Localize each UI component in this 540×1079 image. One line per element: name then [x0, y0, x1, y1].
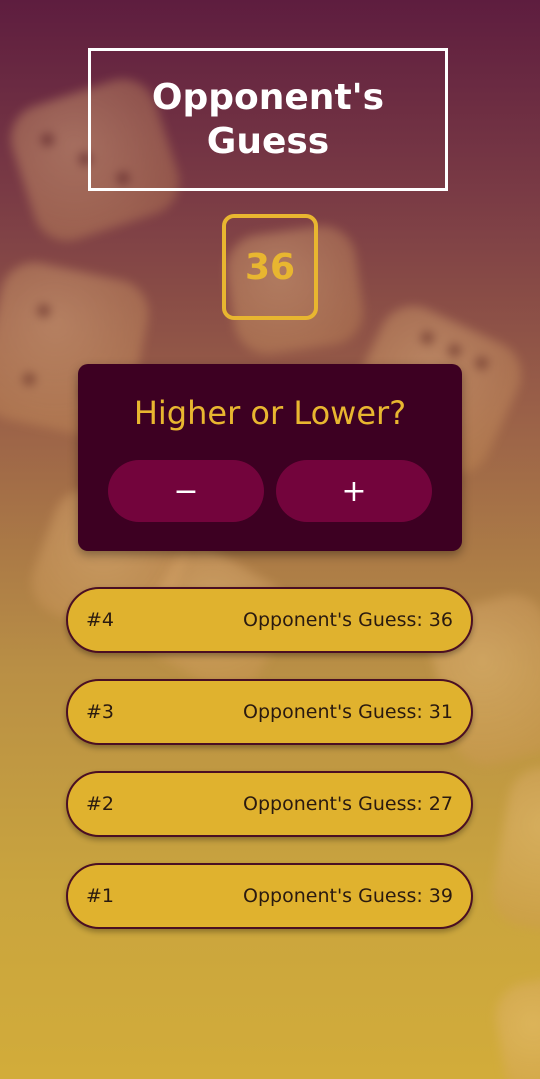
guess-history-list: #4 Opponent's Guess: 36 #3 Opponent's Gu… [66, 587, 473, 955]
higher-lower-panel: Higher or Lower? − + [78, 364, 462, 551]
guess-text: Opponent's Guess: 39 [243, 885, 453, 907]
guess-text: Opponent's Guess: 36 [243, 609, 453, 631]
page-title: Opponent's Guess [151, 76, 385, 162]
guess-index: #4 [86, 609, 115, 631]
higher-lower-prompt: Higher or Lower? [133, 394, 407, 432]
title-box: Opponent's Guess [88, 48, 448, 191]
list-item: #2 Opponent's Guess: 27 [66, 771, 473, 837]
higher-button[interactable]: + [276, 460, 432, 522]
list-item: #4 Opponent's Guess: 36 [66, 587, 473, 653]
guess-index: #1 [86, 885, 115, 907]
guess-index: #2 [86, 793, 115, 815]
plus-icon: + [341, 473, 367, 509]
dice-decoration [490, 973, 540, 1079]
minus-icon: − [173, 473, 199, 509]
guess-text: Opponent's Guess: 27 [243, 793, 453, 815]
dice-decoration [486, 762, 540, 938]
guess-index: #3 [86, 701, 115, 723]
guess-text: Opponent's Guess: 31 [243, 701, 453, 723]
list-item: #3 Opponent's Guess: 31 [66, 679, 473, 745]
list-item: #1 Opponent's Guess: 39 [66, 863, 473, 929]
current-guess-number: 36 [244, 246, 296, 288]
lower-button[interactable]: − [108, 460, 264, 522]
current-guess-box: 36 [222, 214, 318, 320]
